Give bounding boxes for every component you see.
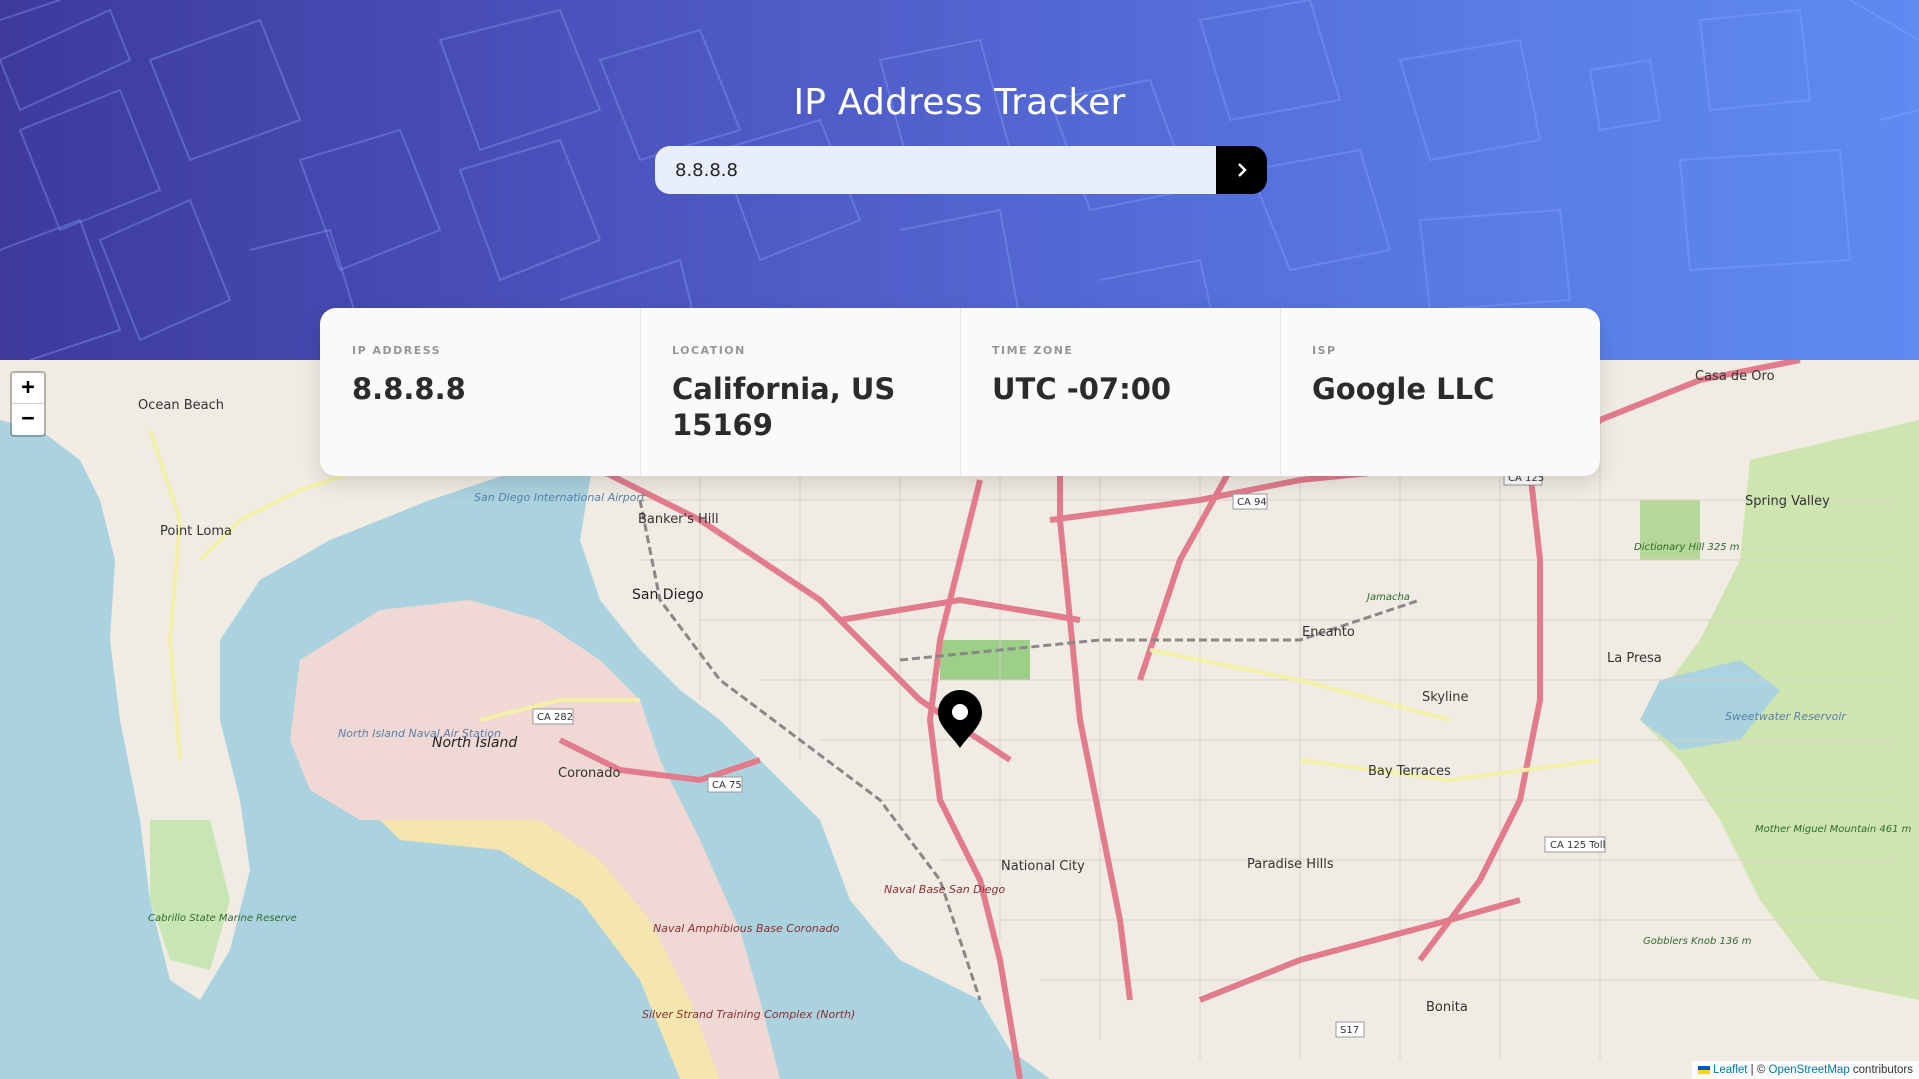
map-label-cabrillo: Cabrillo State Marine Reserve	[148, 913, 297, 924]
map-label-naval-amphibious: Naval Amphibious Base Coronado	[653, 922, 840, 935]
attribution-contributors: contributors	[1849, 1064, 1913, 1076]
map-label-national-city: National City	[1001, 859, 1085, 874]
map-label-la-presa: La Presa	[1607, 651, 1662, 666]
timezone-label: TIME ZONE	[992, 344, 1074, 357]
leaflet-link[interactable]: Leaflet	[1713, 1064, 1748, 1076]
isp-value: Google LLC	[1312, 372, 1495, 406]
map-label-gobblers-knob: Gobblers Knob 136 m	[1643, 936, 1752, 947]
map-attribution: Leaflet | © OpenStreetMap contributors	[1691, 1061, 1919, 1079]
svg-text:CA 125 Toll: CA 125 Toll	[1550, 840, 1605, 851]
header-banner: IP Address Tracker	[0, 0, 1919, 360]
route-shield-ca125-toll: CA 125 Toll	[1544, 836, 1606, 853]
map-label-mother-miguel: Mother Miguel Mountain 461 m	[1755, 824, 1912, 835]
search-submit-button[interactable]	[1216, 146, 1267, 194]
zoom-in-button[interactable]: +	[12, 373, 44, 404]
map-label-san-diego: San Diego	[632, 587, 704, 603]
route-shield-ca282: CA 282	[532, 708, 574, 725]
ip-info-card: IP ADDRESS 8.8.8.8 LOCATION California, …	[320, 308, 1600, 476]
ip-search-form	[655, 146, 1267, 194]
ukraine-flag-icon	[1697, 1065, 1710, 1074]
svg-text:CA 94: CA 94	[1237, 497, 1267, 508]
map-label-skyline: Skyline	[1422, 690, 1468, 705]
route-shield-ca94: CA 94	[1232, 493, 1268, 510]
map-label-sweetwater: Sweetwater Reservoir	[1725, 710, 1847, 723]
route-shield-ca75: CA 75	[707, 776, 743, 793]
map-label-spring-valley: Spring Valley	[1745, 494, 1830, 509]
map-label-dictionary-hill: Dictionary Hill 325 m	[1634, 542, 1740, 553]
timezone-section: TIME ZONE UTC -07:00	[960, 308, 1280, 476]
location-label: LOCATION	[672, 344, 746, 357]
map-label-bankers-hill: Banker's Hill	[638, 512, 719, 527]
svg-text:CA 75: CA 75	[712, 780, 742, 791]
map-label-bonita: Bonita	[1426, 1000, 1468, 1015]
map-label-naval-base: Naval Base San Diego	[884, 883, 1006, 896]
location-value: California, US 15169	[672, 372, 896, 442]
page-title: IP Address Tracker	[793, 82, 1126, 123]
route-shield-s17: S17	[1335, 1021, 1365, 1038]
attribution-separator: | ©	[1747, 1064, 1769, 1076]
map-label-point-loma: Point Loma	[160, 524, 232, 539]
map-label-silver-strand: Silver Strand Training Complex (North)	[642, 1008, 855, 1021]
ip-search-input[interactable]	[655, 146, 1216, 194]
ip-address-value: 8.8.8.8	[352, 372, 466, 406]
map-label-airport: San Diego International Airport	[474, 491, 646, 504]
map-label-paradise-hills: Paradise Hills	[1247, 857, 1334, 872]
ip-address-section: IP ADDRESS 8.8.8.8	[320, 308, 640, 476]
zoom-controls: + −	[10, 371, 46, 437]
map-label-bay-terraces: Bay Terraces	[1368, 764, 1451, 779]
ip-address-label: IP ADDRESS	[352, 344, 442, 357]
chevron-right-icon	[1237, 163, 1247, 177]
location-section: LOCATION California, US 15169	[640, 308, 960, 476]
isp-section: ISP Google LLC	[1280, 308, 1600, 476]
svg-text:S17: S17	[1340, 1025, 1359, 1036]
zoom-out-button[interactable]: −	[12, 404, 44, 434]
map-label-north-island-nas: North Island Naval Air Station	[338, 727, 501, 740]
map-label-ocean-beach: Ocean Beach	[138, 398, 224, 413]
openstreetmap-link[interactable]: OpenStreetMap	[1769, 1064, 1850, 1076]
map-label-jamacha: Jamacha	[1365, 592, 1410, 603]
svg-text:CA 282: CA 282	[537, 712, 573, 723]
isp-label: ISP	[1312, 344, 1337, 357]
map-label-encanto: Encanto	[1302, 625, 1355, 640]
map-label-coronado: Coronado	[558, 766, 621, 781]
timezone-value: UTC -07:00	[992, 372, 1172, 406]
map-label-casa-de-oro: Casa de Oro	[1695, 369, 1775, 384]
